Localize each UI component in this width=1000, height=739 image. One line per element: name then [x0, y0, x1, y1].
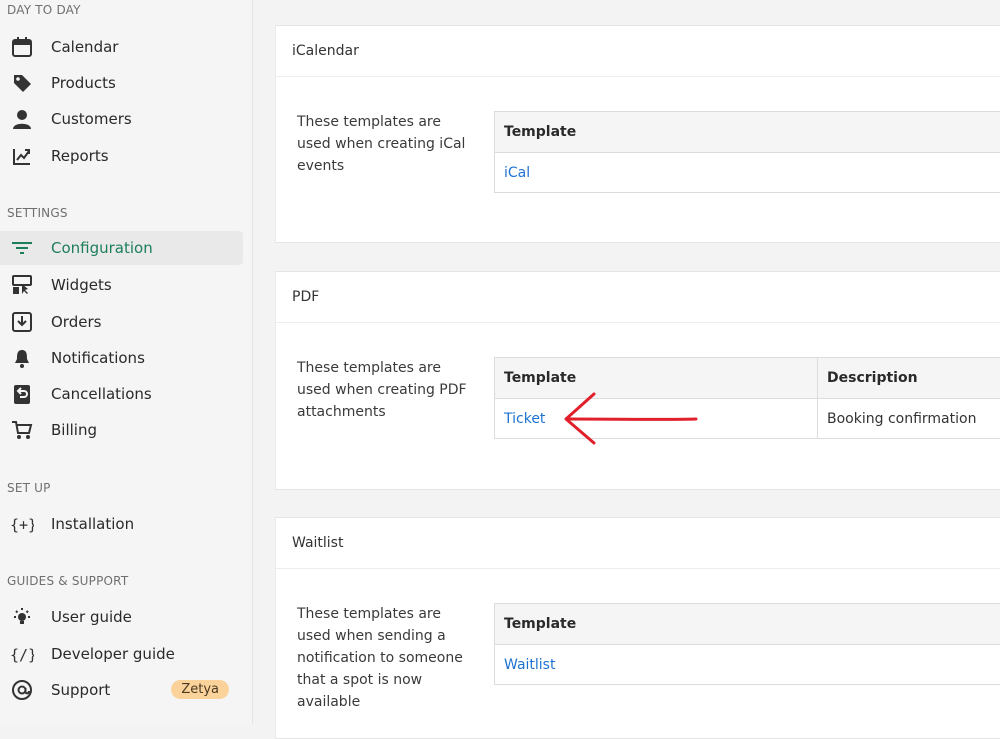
sidebar-item-label: Support	[51, 681, 110, 699]
waitlist-card: Waitlist These templates are used when s…	[275, 517, 1000, 739]
card-title: Waitlist	[276, 518, 1000, 569]
sidebar-item-label: Cancellations	[51, 385, 152, 403]
ical-template-table: Template iCal	[494, 111, 1000, 193]
sidebar-item-orders[interactable]: Orders	[0, 305, 243, 339]
code-plus-icon: {+}	[10, 512, 34, 536]
at-sign-icon	[10, 678, 34, 702]
support-agent-badge[interactable]: Zetya	[171, 680, 229, 699]
waitlist-template-link[interactable]: Waitlist	[504, 657, 555, 673]
code-slash-icon: {/}	[10, 642, 34, 666]
table-row: Waitlist	[495, 645, 1000, 685]
sidebar-item-developer-guide[interactable]: {/} Developer guide	[0, 637, 243, 671]
user-icon	[10, 107, 34, 131]
inbox-download-icon	[10, 310, 34, 334]
sidebar-item-support[interactable]: Support Zetya	[0, 673, 243, 707]
ticket-template-link[interactable]: Ticket	[504, 411, 545, 427]
card-description: These templates are used when sending a …	[297, 603, 467, 713]
section-title-day-to-day: DAY TO DAY	[7, 3, 81, 17]
sidebar-item-label: Installation	[51, 515, 134, 533]
tag-icon	[10, 71, 34, 95]
sidebar-item-label: Orders	[51, 313, 101, 331]
sidebar-item-label: Configuration	[51, 239, 153, 257]
sidebar-item-label: Calendar	[51, 38, 118, 56]
chart-trend-icon	[10, 144, 34, 168]
column-header-description: Description	[818, 358, 1000, 399]
card-title: iCalendar	[276, 26, 1000, 77]
undo-document-icon	[10, 382, 34, 406]
sidebar-item-customers[interactable]: Customers	[0, 102, 243, 136]
sidebar-item-widgets[interactable]: Widgets	[0, 268, 243, 302]
svg-text:{+}: {+}	[10, 516, 34, 534]
table-row: iCal	[495, 153, 1000, 193]
sidebar-item-label: Notifications	[51, 349, 145, 367]
template-description: Booking confirmation	[818, 399, 1000, 439]
sidebar-item-user-guide[interactable]: User guide	[0, 600, 243, 634]
sidebar-item-products[interactable]: Products	[0, 66, 243, 100]
sidebar-item-cancellations[interactable]: Cancellations	[0, 377, 243, 411]
card-description: These templates are used when creating i…	[297, 111, 467, 177]
sidebar-item-label: User guide	[51, 608, 132, 626]
sidebar-item-configuration[interactable]: Configuration	[0, 231, 243, 265]
pdf-card: PDF These templates are used when creati…	[275, 271, 1000, 490]
card-description: These templates are used when creating P…	[297, 357, 467, 423]
svg-text:{/}: {/}	[10, 646, 34, 664]
section-title-guides: GUIDES & SUPPORT	[7, 574, 128, 588]
ical-card: iCalendar These templates are used when …	[275, 25, 1000, 243]
sidebar-item-label: Customers	[51, 110, 132, 128]
sidebar-item-calendar[interactable]: Calendar	[0, 30, 243, 64]
waitlist-template-table: Template Waitlist	[494, 603, 1000, 685]
filter-icon	[10, 236, 34, 260]
main-content: iCalendar These templates are used when …	[253, 0, 1000, 724]
column-header-template: Template	[495, 112, 1000, 153]
sidebar: DAY TO DAY Calendar Products Customers R…	[0, 0, 253, 724]
card-title: PDF	[276, 272, 1000, 323]
bell-icon	[10, 346, 34, 370]
sidebar-item-label: Billing	[51, 421, 97, 439]
sidebar-item-label: Reports	[51, 147, 109, 165]
cart-icon	[10, 418, 34, 442]
column-header-template: Template	[495, 604, 1000, 645]
sidebar-item-notifications[interactable]: Notifications	[0, 341, 243, 375]
sidebar-item-reports[interactable]: Reports	[0, 139, 243, 173]
annotation-arrow	[556, 390, 701, 450]
sidebar-item-billing[interactable]: Billing	[0, 413, 243, 447]
widget-icon	[10, 273, 34, 297]
sidebar-item-label: Developer guide	[51, 645, 175, 663]
calendar-icon	[10, 35, 34, 59]
section-title-settings: SETTINGS	[7, 206, 68, 220]
section-title-set-up: SET UP	[7, 481, 51, 495]
sidebar-item-label: Widgets	[51, 276, 112, 294]
lightbulb-icon	[10, 605, 34, 629]
ical-template-link[interactable]: iCal	[504, 165, 530, 181]
sidebar-item-label: Products	[51, 74, 116, 92]
sidebar-item-installation[interactable]: {+} Installation	[0, 507, 243, 541]
